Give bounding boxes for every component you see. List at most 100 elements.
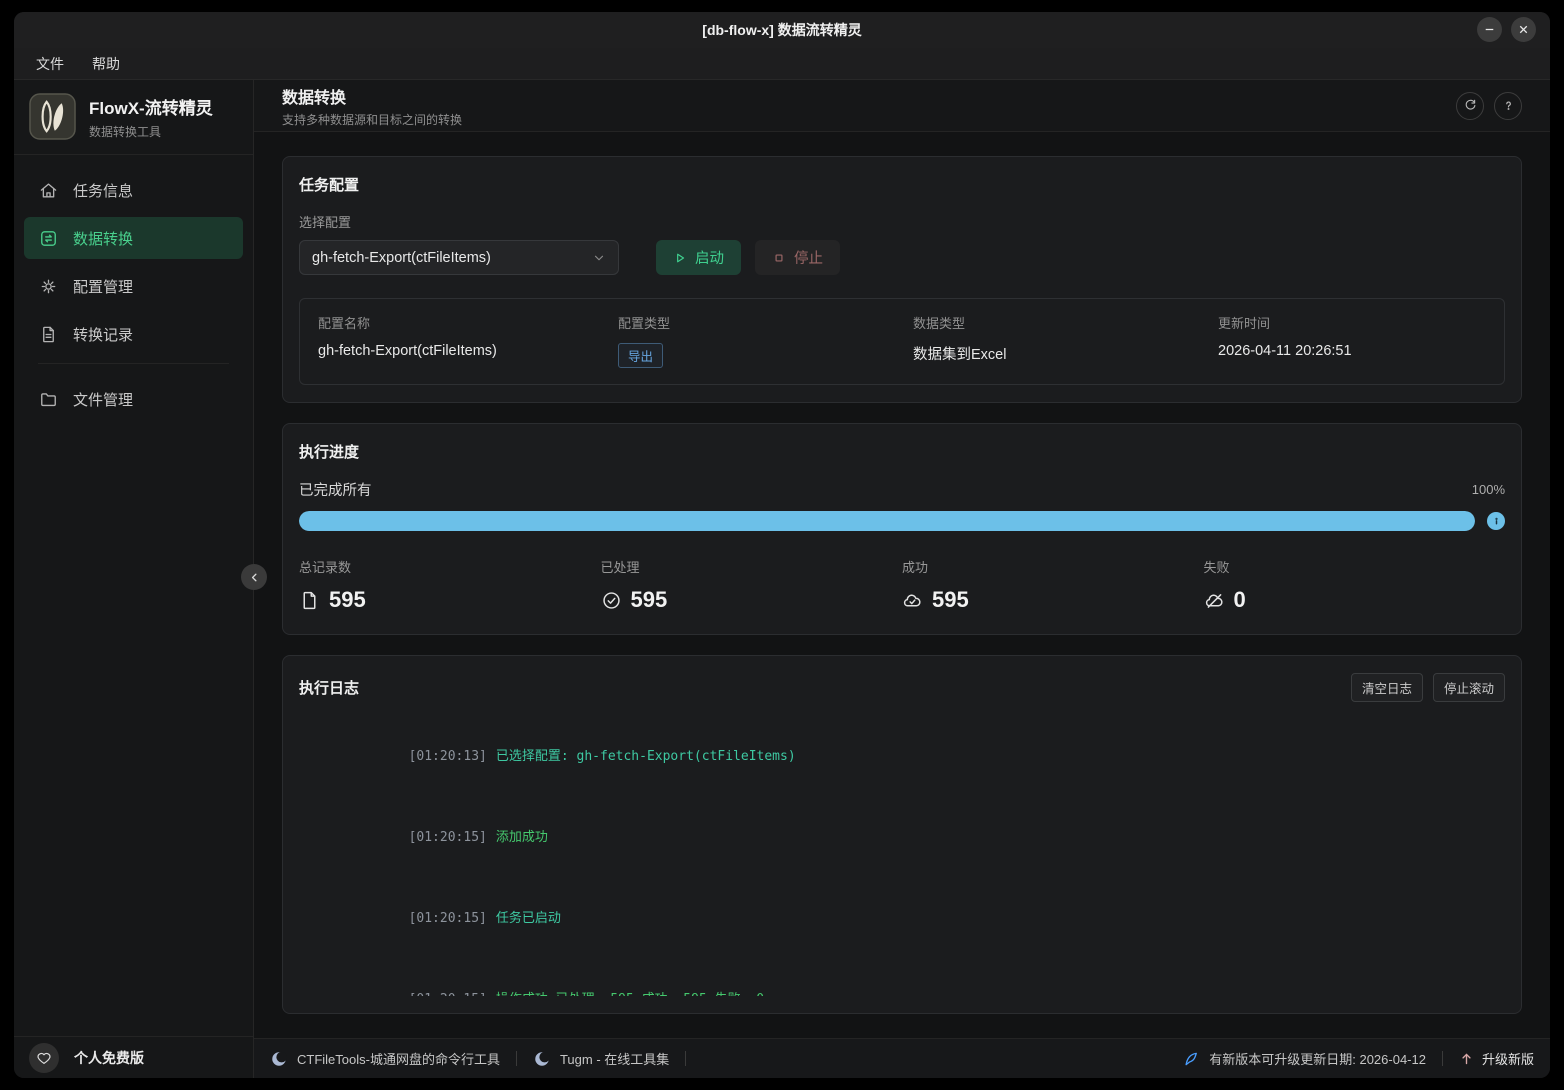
updated-time-label: 更新时间 — [1218, 313, 1486, 332]
config-name-label: 配置名称 — [318, 313, 618, 332]
config-name-value: gh-fetch-Export(ctFileItems) — [318, 343, 618, 359]
upgrade-button[interactable]: 升级新版 — [1459, 1049, 1534, 1068]
sidebar-item-label: 配置管理 — [73, 276, 133, 297]
window-title: [db-flow-x] 数据流转精灵 — [702, 20, 861, 40]
help-button[interactable] — [1494, 92, 1522, 120]
sidebar-item-file-manage[interactable]: 文件管理 — [24, 378, 243, 420]
updated-time-value: 2026-04-11 20:26:51 — [1218, 343, 1486, 359]
sidebar-footer: 个人免费版 — [14, 1036, 253, 1078]
close-icon — [1517, 23, 1530, 36]
config-select-value: gh-fetch-Export(ctFileItems) — [312, 250, 491, 266]
log-line: [01:20:15]任务已启动 — [299, 878, 1505, 959]
data-type-value: 数据集到Excel — [913, 343, 1218, 364]
moon-icon — [533, 1050, 551, 1068]
sidebar-item-label: 文件管理 — [73, 389, 133, 410]
statusbar-divider — [516, 1051, 517, 1066]
sidebar-item-config-manage[interactable]: 配置管理 — [24, 265, 243, 307]
close-button[interactable] — [1511, 17, 1536, 42]
sidebar-item-label: 数据转换 — [73, 228, 133, 249]
stop-scroll-button[interactable]: 停止滚动 — [1433, 673, 1505, 702]
cloud-off-icon — [1204, 590, 1225, 611]
cloud-check-icon — [902, 590, 923, 611]
sidebar-item-transform-records[interactable]: 转换记录 — [24, 313, 243, 355]
statusbar-divider — [1442, 1051, 1443, 1066]
sidebar-item-label: 任务信息 — [73, 180, 133, 201]
progress-stats: 总记录数 595 已处理 — [299, 557, 1505, 617]
task-config-card: 任务配置 选择配置 gh-fetch-Export(ctFileItems) 启… — [282, 156, 1522, 403]
config-select[interactable]: gh-fetch-Export(ctFileItems) — [299, 240, 619, 275]
file-icon — [299, 590, 320, 611]
progress-status-label: 已完成所有 — [299, 479, 372, 500]
sidebar-item-data-transform[interactable]: 数据转换 — [24, 217, 243, 259]
gear-icon — [39, 277, 58, 296]
titlebar: [db-flow-x] 数据流转精灵 — [14, 12, 1550, 48]
log-line: [01:20:15]添加成功 — [299, 797, 1505, 878]
file-text-icon — [39, 325, 58, 344]
stat-success: 成功 595 — [902, 557, 1204, 613]
select-config-label: 选择配置 — [299, 212, 1505, 231]
sidebar-item-task-info[interactable]: 任务信息 — [24, 169, 243, 211]
page-header: 数据转换 支持多种数据源和目标之间的转换 — [254, 80, 1550, 132]
play-icon — [673, 251, 687, 265]
app-brand: FlowX-流转精灵 数据转换工具 — [14, 80, 253, 155]
window-controls — [1477, 17, 1536, 42]
log-line: [01:20:15]操作成功 已处理: 595 成功: 595 失败: 0 — [299, 959, 1505, 996]
log-card: 执行日志 清空日志 停止滚动 [01:20:13]已选择配置: gh-fetch… — [282, 655, 1522, 1014]
like-button[interactable] — [29, 1043, 59, 1073]
export-badge: 导出 — [618, 343, 663, 368]
statusbar: CTFileTools-城通网盘的命令行工具 Tugm - 在线工具集 有新版本… — [254, 1038, 1550, 1078]
arrow-up-icon — [1459, 1051, 1474, 1066]
home-icon — [39, 181, 58, 200]
progress-card: 执行进度 已完成所有 100% — [282, 423, 1522, 635]
statusbar-divider — [685, 1051, 686, 1066]
update-notice: 有新版本可升级更新日期: 2026-04-12 — [1182, 1049, 1426, 1068]
stop-button[interactable]: 停止 — [755, 240, 840, 275]
chevron-down-icon — [592, 251, 606, 265]
config-info-panel: 配置名称 gh-fetch-Export(ctFileItems) 配置类型 导… — [299, 298, 1505, 385]
log-area[interactable]: [01:20:13]已选择配置: gh-fetch-Export(ctFileI… — [299, 716, 1505, 996]
app-subtitle: 数据转换工具 — [89, 123, 213, 140]
refresh-icon — [1463, 98, 1478, 113]
stat-failed: 失败 0 — [1204, 557, 1506, 613]
task-config-title: 任务配置 — [299, 174, 1505, 195]
chevron-left-icon — [248, 571, 261, 584]
refresh-button[interactable] — [1456, 92, 1484, 120]
menu-item-help[interactable]: 帮助 — [92, 54, 120, 74]
log-line: [01:20:13]已选择配置: gh-fetch-Export(ctFileI… — [299, 716, 1505, 797]
config-type-label: 配置类型 — [618, 313, 913, 332]
stat-total: 总记录数 595 — [299, 557, 601, 613]
progress-info-button[interactable] — [1487, 512, 1505, 530]
start-button[interactable]: 启动 — [656, 240, 741, 275]
menubar: 文件 帮助 — [14, 48, 1550, 80]
app-window: [db-flow-x] 数据流转精灵 文件 帮助 FlowX-流 — [14, 12, 1550, 1078]
clear-log-button[interactable]: 清空日志 — [1351, 673, 1423, 702]
folder-icon — [39, 390, 58, 409]
sidebar-divider — [38, 363, 229, 364]
stat-processed: 已处理 595 — [601, 557, 903, 613]
statusbar-link-ctfiletools[interactable]: CTFileTools-城通网盘的命令行工具 — [270, 1049, 500, 1068]
progress-title: 执行进度 — [299, 441, 1505, 462]
app-name: FlowX-流转精灵 — [89, 94, 213, 119]
sidebar-item-label: 转换记录 — [73, 324, 133, 345]
stop-icon — [772, 251, 786, 265]
minimize-button[interactable] — [1477, 17, 1502, 42]
sidebar: FlowX-流转精灵 数据转换工具 任务信息 数据转换 — [14, 80, 254, 1078]
progress-bar-fill — [299, 511, 1475, 531]
data-type-label: 数据类型 — [913, 313, 1218, 332]
content-area: 任务配置 选择配置 gh-fetch-Export(ctFileItems) 启… — [254, 132, 1550, 1038]
sync-icon — [39, 229, 58, 248]
heart-icon — [36, 1050, 52, 1066]
check-circle-icon — [601, 590, 622, 611]
info-icon — [1491, 516, 1502, 527]
progress-bar — [299, 511, 1475, 531]
question-icon — [1501, 98, 1516, 113]
sidebar-collapse-button[interactable] — [241, 564, 267, 590]
menu-item-file[interactable]: 文件 — [36, 54, 64, 74]
app-logo-icon — [29, 93, 76, 140]
page-subtitle: 支持多种数据源和目标之间的转换 — [282, 111, 462, 128]
statusbar-link-tugm[interactable]: Tugm - 在线工具集 — [533, 1049, 669, 1068]
log-title: 执行日志 — [299, 677, 359, 698]
minimize-icon — [1483, 23, 1496, 36]
page-title: 数据转换 — [282, 84, 462, 108]
plan-label: 个人免费版 — [74, 1048, 144, 1068]
